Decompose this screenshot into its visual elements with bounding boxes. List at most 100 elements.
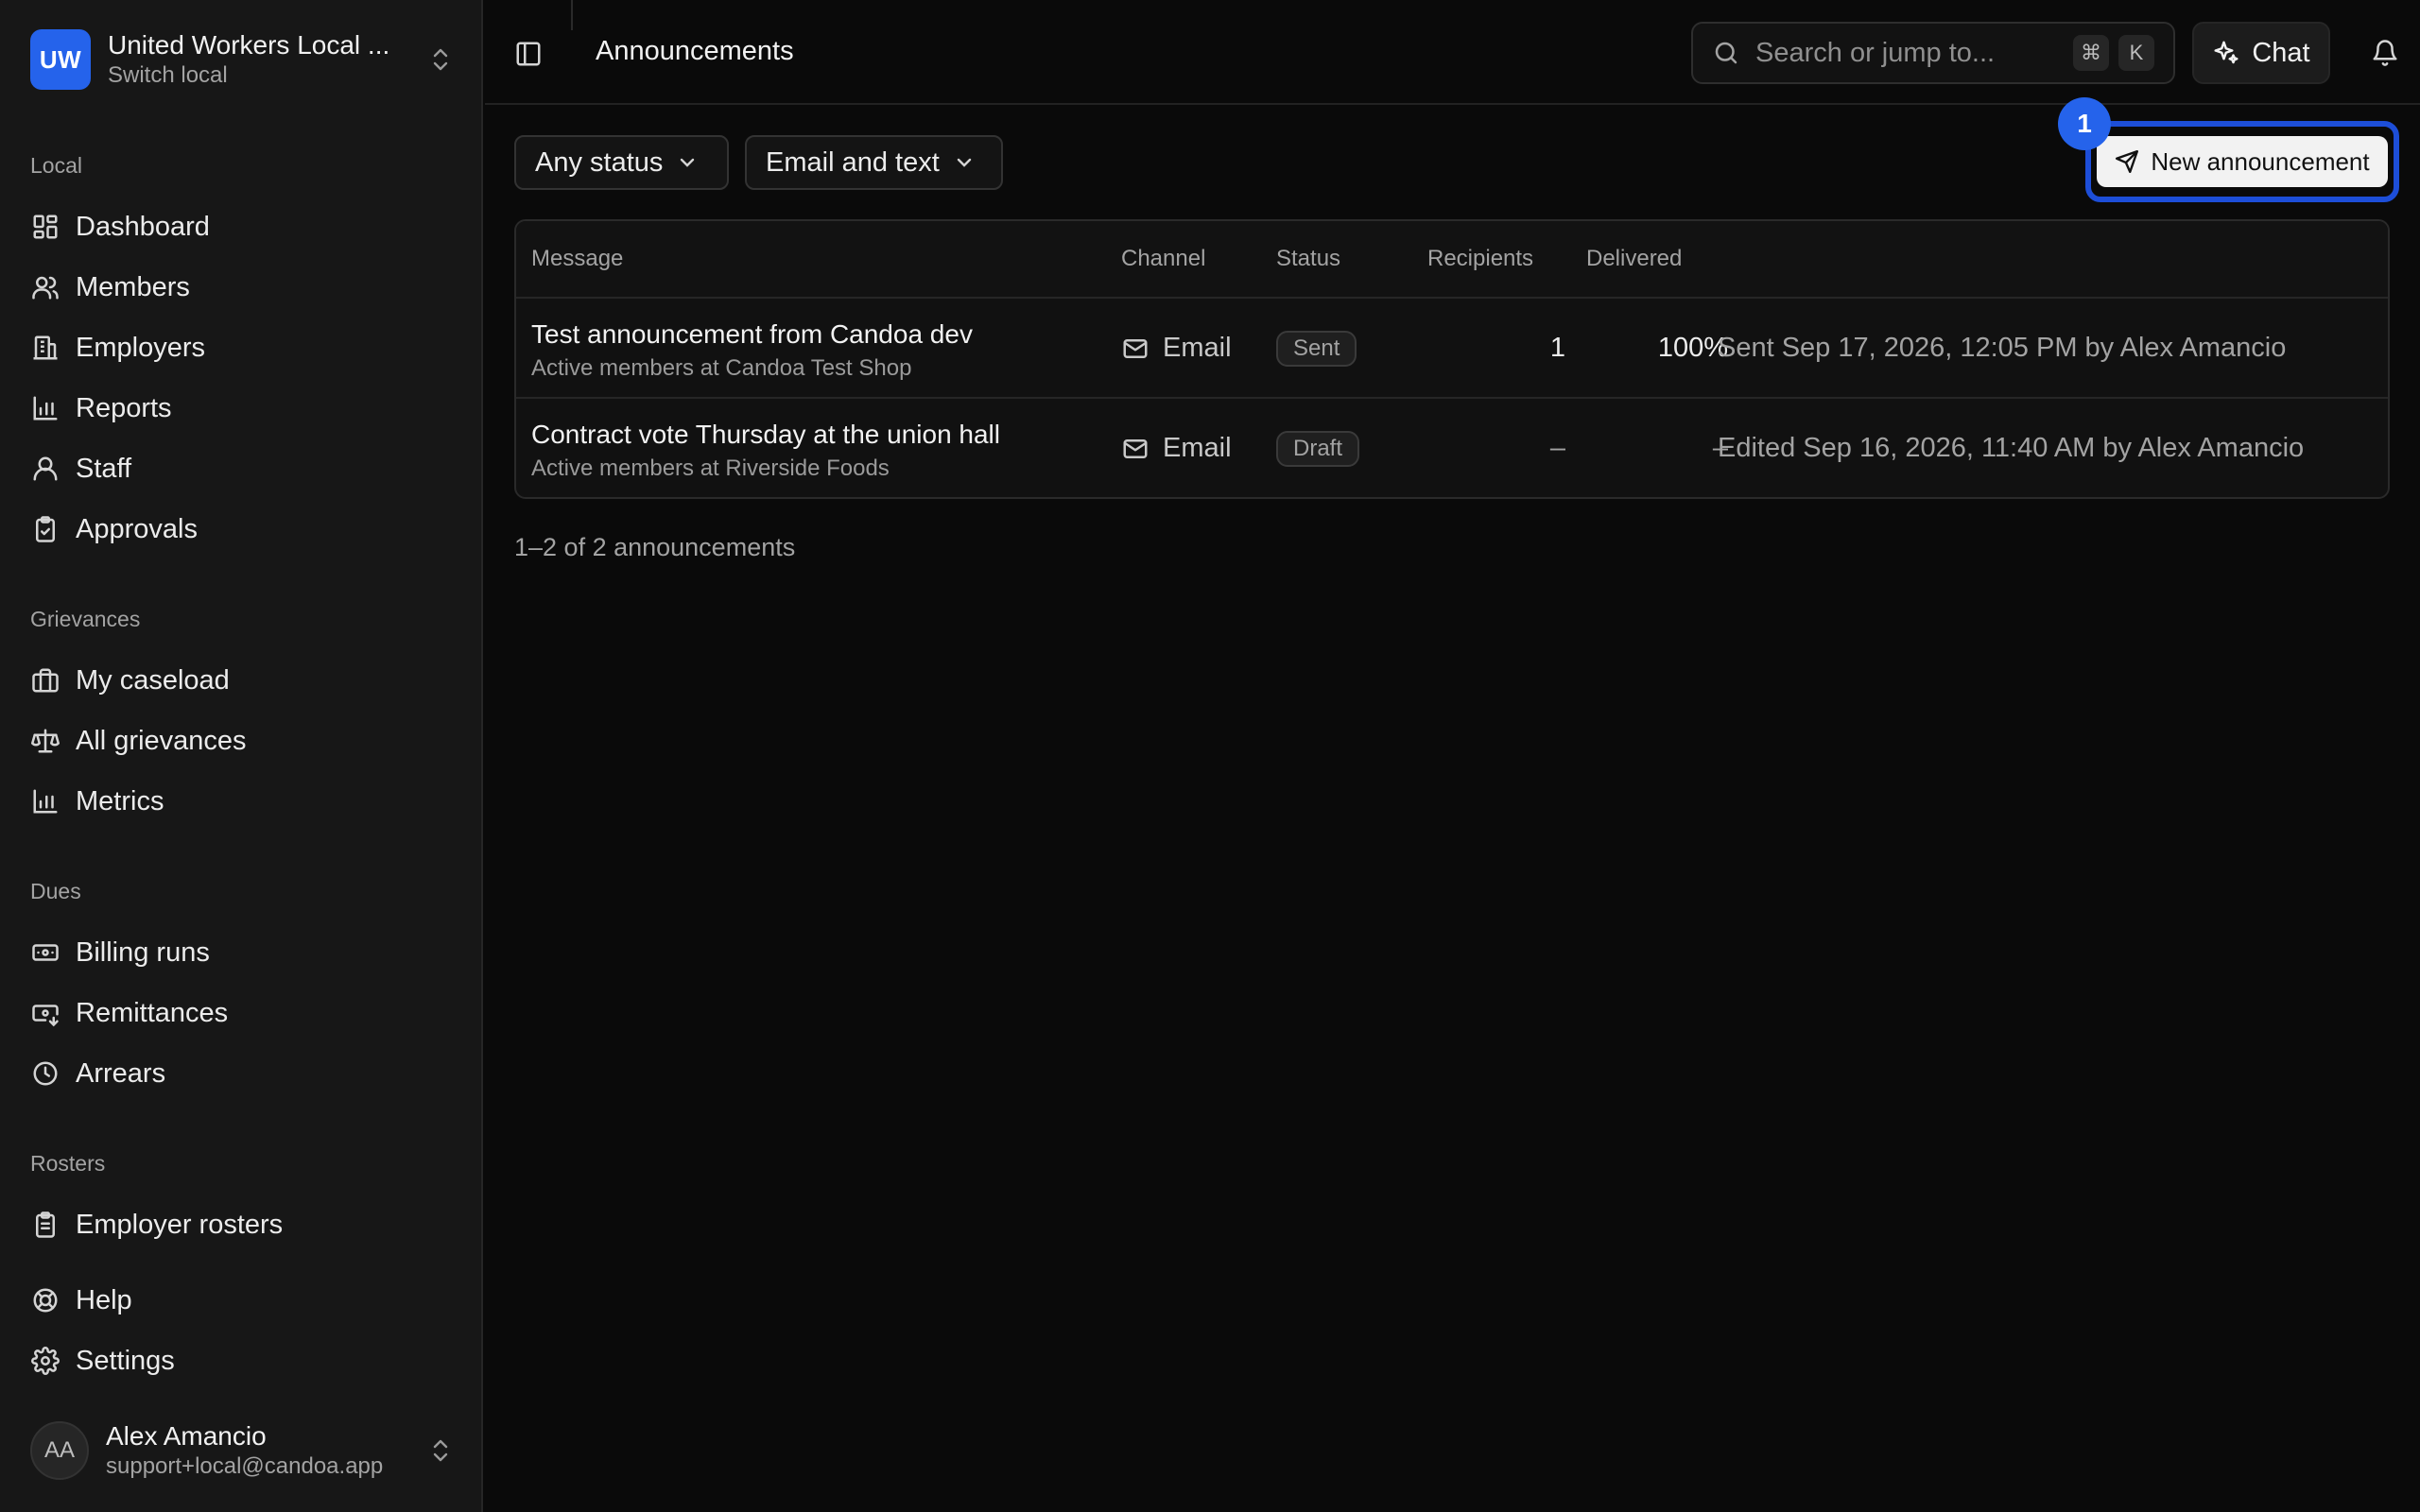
- sidebar-item-all-grievances[interactable]: All grievances: [30, 717, 456, 765]
- sidebar-item-dashboard[interactable]: Dashboard: [30, 203, 456, 250]
- sidebar-item-reports[interactable]: Reports: [30, 385, 456, 432]
- user-name: Alex Amancio: [106, 1421, 267, 1451]
- life-buoy-icon: [30, 1285, 60, 1315]
- clipboard-check-icon: [30, 514, 60, 544]
- announcement-meta: Sent Sep 17, 2026, 12:05 PM by Alex Aman…: [1718, 333, 2287, 363]
- announcements-table: Message Channel Status Recipients Delive…: [514, 219, 2390, 499]
- announcement-audience: Active members at Riverside Foods: [531, 455, 890, 481]
- sidebar-item-label: Arrears: [76, 1057, 166, 1089]
- sidebar-item-remittances[interactable]: Remittances: [30, 989, 456, 1037]
- section-label-grievances: Grievances: [30, 607, 141, 631]
- sidebar-item-label: Approvals: [76, 513, 198, 544]
- channel-cell: Email: [1121, 333, 1232, 364]
- channel-cell: Email: [1121, 433, 1232, 464]
- chat-label: Chat: [2252, 37, 2310, 68]
- announcement-title: Contract vote Thursday at the union hall: [531, 420, 1001, 449]
- sidebar-toggle-icon[interactable]: [512, 38, 544, 70]
- section-label-dues: Dues: [30, 879, 81, 903]
- chevron-down-icon: [953, 151, 976, 174]
- page-title: Announcements: [596, 36, 794, 66]
- sidebar-item-metrics[interactable]: Metrics: [30, 778, 456, 825]
- announcement-meta: Edited Sep 16, 2026, 11:40 AM by Alex Am…: [1718, 433, 2305, 463]
- mail-icon: [1121, 335, 1150, 363]
- recipients-count: –: [1549, 433, 1565, 463]
- user-menu[interactable]: AA Alex Amancio support+local@candoa.app: [30, 1419, 456, 1482]
- org-name: United Workers Local ...: [108, 30, 390, 60]
- top-bar: Announcements Search or jump to... ⌘ K C…: [485, 0, 2420, 105]
- chevron-down-icon: [676, 151, 699, 174]
- recipients-count: 1: [1549, 333, 1565, 363]
- briefcase-icon: [30, 665, 60, 696]
- banknote-icon: [30, 937, 60, 968]
- dashboard-icon: [30, 212, 60, 242]
- sidebar-item-label: Settings: [76, 1345, 175, 1376]
- sidebar-item-help[interactable]: Help: [30, 1277, 456, 1324]
- announcement-title: Test announcement from Candoa dev: [531, 319, 973, 349]
- clock-icon: [30, 1058, 60, 1089]
- pagination-summary: 1–2 of 2 announcements: [514, 533, 796, 561]
- sidebar-item-settings[interactable]: Settings: [30, 1337, 456, 1384]
- sidebar-item-billing-runs[interactable]: Billing runs: [30, 929, 456, 976]
- building-icon: [30, 333, 60, 363]
- sidebar-item-arrears[interactable]: Arrears: [30, 1050, 456, 1097]
- sidebar-item-label: All grievances: [76, 725, 247, 756]
- clipboard-list-icon: [30, 1210, 60, 1240]
- avatar: AA: [30, 1421, 89, 1480]
- new-announcement-label: New announcement: [2151, 146, 2370, 176]
- user-icon: [30, 454, 60, 484]
- step-badge: 1: [2058, 97, 2111, 150]
- channel-label: Email: [1163, 433, 1232, 463]
- sparkles-icon: [2212, 39, 2240, 67]
- section-label-local: Local: [30, 153, 82, 178]
- sidebar-item-my-caseload[interactable]: My caseload: [30, 657, 456, 704]
- bell-icon[interactable]: [2368, 36, 2402, 70]
- table-row[interactable]: Test announcement from Candoa dev Active…: [516, 299, 2388, 399]
- scale-icon: [30, 726, 60, 756]
- sidebar-item-label: Employers: [76, 332, 205, 363]
- table-row[interactable]: Contract vote Thursday at the union hall…: [516, 399, 2388, 497]
- kbd-command: ⌘: [2073, 35, 2109, 71]
- delivered-percent: 100%: [1657, 333, 1728, 363]
- channel-filter-select[interactable]: Email and text: [745, 135, 1003, 190]
- status-filter-value: Any status: [535, 146, 664, 178]
- search-icon: [1712, 39, 1740, 67]
- local-switcher[interactable]: UW United Workers Local ... Switch local: [30, 28, 456, 91]
- sidebar-item-label: Help: [76, 1284, 132, 1315]
- status-badge: Sent: [1276, 331, 1357, 367]
- users-icon: [30, 272, 60, 302]
- search-placeholder: Search or jump to...: [1755, 37, 1996, 68]
- sidebar: UW United Workers Local ... Switch local…: [0, 0, 483, 1512]
- switch-local-label: Switch local: [108, 62, 228, 88]
- sidebar-item-employer-rosters[interactable]: Employer rosters: [30, 1201, 456, 1248]
- sidebar-item-label: Reports: [76, 392, 172, 423]
- announcement-audience: Active members at Candoa Test Shop: [531, 355, 912, 381]
- user-email: support+local@candoa.app: [106, 1453, 384, 1479]
- section-label-rosters: Rosters: [30, 1151, 106, 1176]
- sidebar-item-approvals[interactable]: Approvals: [30, 506, 456, 553]
- new-announcement-button[interactable]: New announcement: [2097, 136, 2388, 187]
- sidebar-item-label: Metrics: [76, 785, 164, 816]
- status-filter-select[interactable]: Any status: [514, 135, 729, 190]
- mail-icon: [1121, 435, 1150, 463]
- sidebar-item-label: Remittances: [76, 997, 229, 1028]
- search-input[interactable]: Search or jump to... ⌘ K: [1691, 22, 2175, 84]
- table-header: Message Channel Status Recipients Delive…: [516, 221, 2388, 299]
- kbd-k: K: [2118, 35, 2154, 71]
- bar-chart-icon: [30, 393, 60, 423]
- banknote-arrow-icon: [30, 998, 60, 1028]
- org-logo: UW: [30, 29, 91, 90]
- column-header-status: Status: [1276, 246, 1341, 271]
- send-icon: [2115, 149, 2139, 174]
- sidebar-item-label: My caseload: [76, 664, 230, 696]
- sidebar-item-employers[interactable]: Employers: [30, 324, 456, 371]
- column-header-message: Message: [531, 246, 624, 271]
- channel-filter-value: Email and text: [766, 146, 940, 178]
- sidebar-item-staff[interactable]: Staff: [30, 445, 456, 492]
- delivered-percent: –: [1712, 433, 1728, 463]
- chevrons-up-down-icon: [425, 44, 456, 75]
- header-divider: [571, 0, 573, 30]
- chat-button[interactable]: Chat: [2192, 22, 2330, 84]
- sidebar-item-members[interactable]: Members: [30, 264, 456, 311]
- gear-icon: [30, 1346, 60, 1376]
- column-header-recipients: Recipients: [1427, 246, 1534, 271]
